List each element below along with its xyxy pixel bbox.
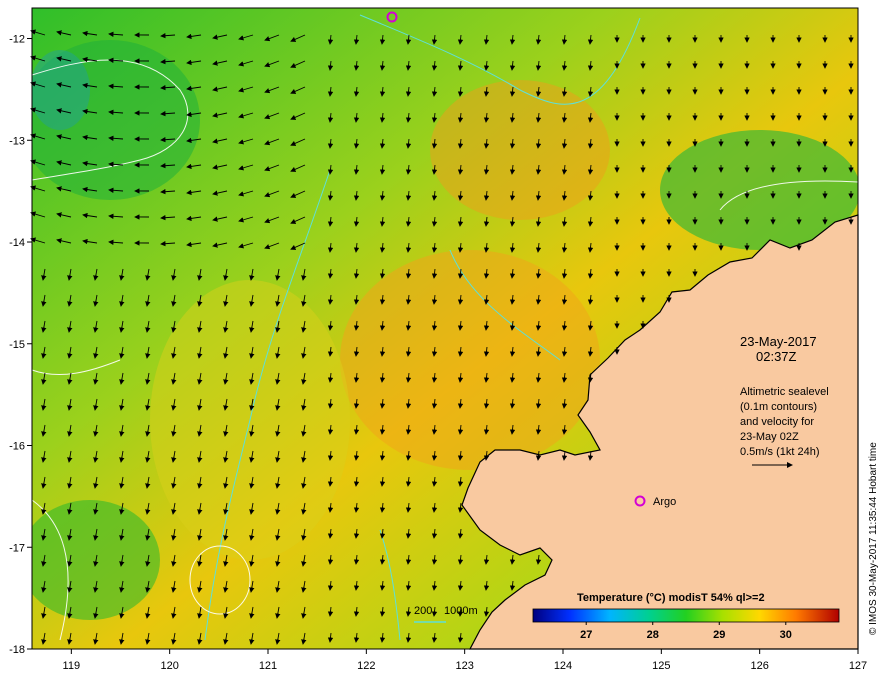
info-line-4: 23-May 02Z [740, 431, 799, 443]
info-line-5: 0.5m/s (1kt 24h) [740, 446, 819, 458]
depth-legend-200: 200 [414, 605, 432, 617]
lon-tick-label: 122 [357, 660, 375, 672]
lon-tick-label: 125 [652, 660, 670, 672]
credit-text: © IMOS 30-May-2017 11:35:44 Hobart time [868, 442, 879, 635]
longitude-ticks: 119 120 121 122 123 124 125 126 127 [63, 649, 867, 672]
lon-tick-label: 119 [63, 660, 81, 672]
info-line-3: and velocity for [740, 416, 814, 428]
lat-tick-label: -14 [9, 237, 25, 249]
lat-tick-label: -17 [9, 542, 25, 554]
time-label: 02:37Z [756, 349, 797, 364]
colorbar-title: Temperature (°C) modisT 54% ql>=2 [577, 592, 765, 604]
colorbar-tick-label: 30 [780, 629, 792, 641]
sst-map: 119 120 121 122 123 124 125 126 127 -12 -13 -14 -15… [9, 7, 879, 672]
latitude-ticks: -12 -13 -14 -15 -16 -17 -18 [9, 34, 32, 656]
argo-label: Argo [653, 496, 676, 508]
colorbar-tick-label: 27 [580, 629, 592, 641]
lat-tick-label: -18 [9, 644, 25, 656]
lat-tick-label: -12 [9, 34, 25, 46]
lon-tick-label: 124 [554, 660, 572, 672]
lat-tick-label: -13 [9, 135, 25, 147]
colorbar-tick-label: 28 [647, 629, 659, 641]
lat-tick-label: -15 [9, 339, 25, 351]
lon-tick-label: 127 [849, 660, 867, 672]
date-label: 23-May-2017 [740, 334, 817, 349]
depth-legend-1000: 1000m [444, 605, 478, 617]
lat-tick-label: -16 [9, 441, 25, 453]
lon-tick-label: 120 [160, 660, 178, 672]
lon-tick-label: 126 [750, 660, 768, 672]
lon-tick-label: 123 [455, 660, 473, 672]
info-line-1: Altimetric sealevel [740, 386, 829, 398]
lon-tick-label: 121 [259, 660, 277, 672]
colorbar-tick-label: 29 [713, 629, 725, 641]
colorbar [532, 608, 840, 623]
info-line-2: (0.1m contours) [740, 401, 817, 413]
